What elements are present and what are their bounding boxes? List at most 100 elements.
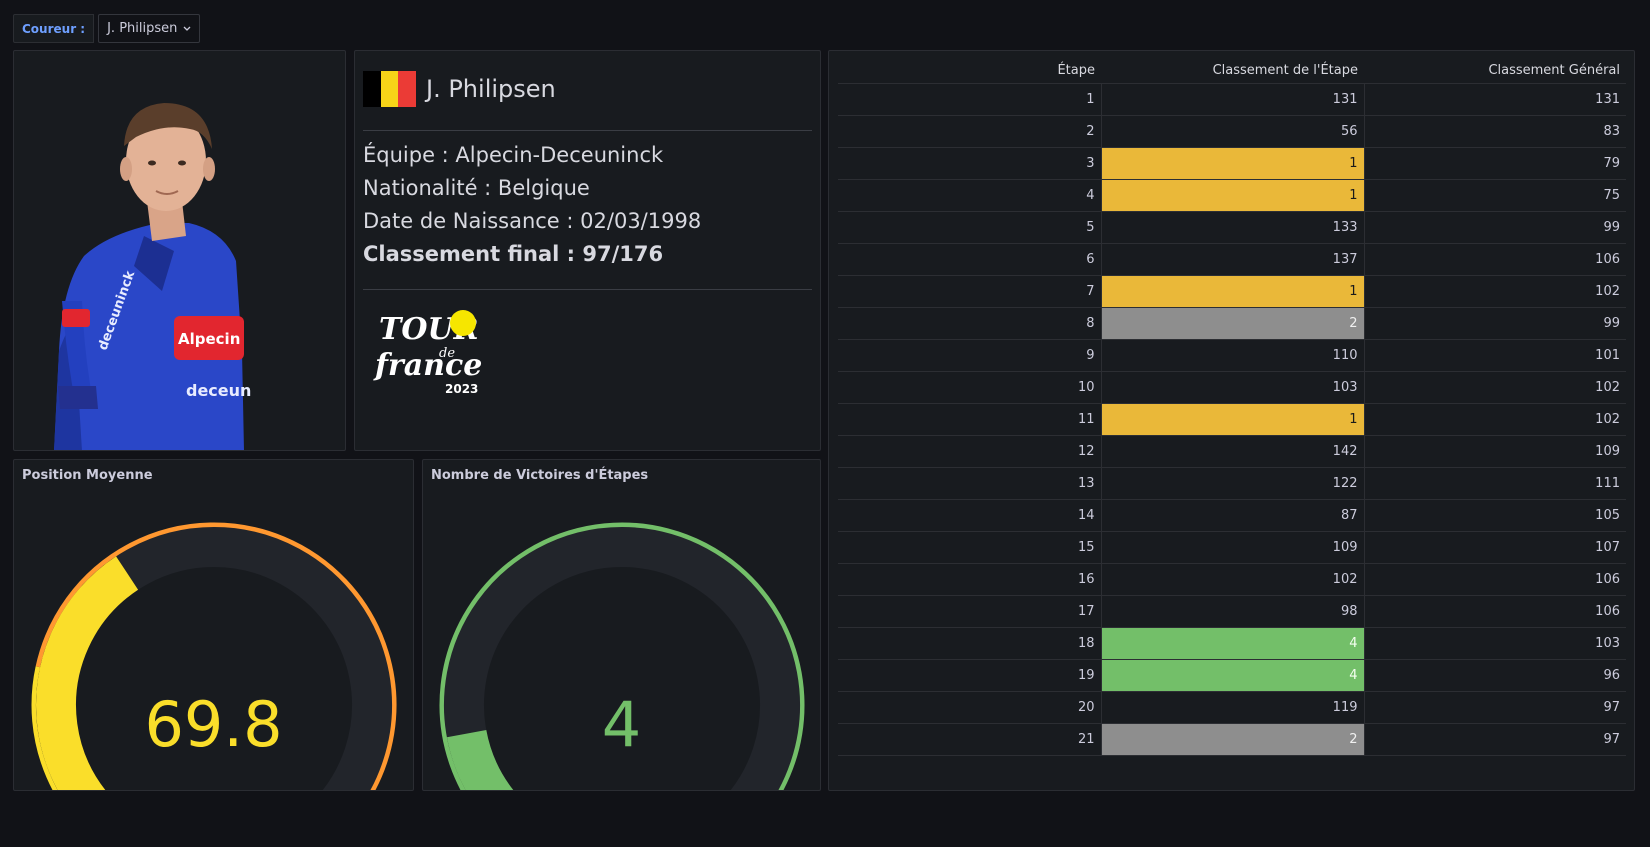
column-header-stage-rank[interactable]: Classement de l'Étape — [1101, 59, 1364, 84]
general-rank-cell: 99 — [1364, 211, 1626, 244]
stage-rank-cell: 4 — [1100, 627, 1365, 660]
stage-results-table: Étape Classement de l'Étape Classement G… — [838, 59, 1626, 756]
stage-cell: 18 — [838, 627, 1101, 660]
rider-variable-value: J. Philipsen — [107, 21, 178, 36]
stage-cell: 6 — [838, 243, 1101, 276]
rider-photo-panel: Alpecin deceuninck deceun — [13, 50, 346, 451]
stage-rank-cell: 1 — [1100, 179, 1365, 212]
stage-rank-cell: 2 — [1100, 723, 1365, 756]
general-rank-cell: 101 — [1364, 339, 1626, 372]
table-row: 12 142 109 — [838, 435, 1626, 468]
rider-photo: Alpecin deceuninck deceun — [54, 103, 251, 450]
stage-cell: 11 — [838, 403, 1101, 436]
stage-cell: 12 — [838, 435, 1101, 468]
stage-rank-cell: 142 — [1100, 435, 1365, 468]
general-rank-cell: 102 — [1364, 275, 1626, 308]
table-row: 3 1 79 — [838, 147, 1626, 180]
rider-variable-select[interactable]: J. Philipsen — [98, 14, 201, 43]
stage-cell: 14 — [838, 499, 1101, 532]
table-row: 13 122 111 — [838, 467, 1626, 500]
stage-cell: 20 — [838, 691, 1101, 724]
team-line: Équipe : Alpecin-Deceuninck — [363, 143, 664, 167]
stage-rank-cell: 4 — [1100, 659, 1365, 692]
table-row: 20 119 97 — [838, 691, 1626, 724]
rider-header: J. Philipsen — [363, 71, 556, 107]
stage-cell: 10 — [838, 371, 1101, 404]
table-row: 11 1 102 — [838, 403, 1626, 436]
general-rank-cell: 109 — [1364, 435, 1626, 468]
table-row: 18 4 103 — [838, 627, 1626, 660]
general-rank-cell: 99 — [1364, 307, 1626, 340]
stage-rank-cell: 56 — [1100, 115, 1365, 148]
stage-rank-cell: 137 — [1100, 243, 1365, 276]
general-rank-cell: 79 — [1364, 147, 1626, 180]
birth-date-line: Date de Naissance : 02/03/1998 — [363, 209, 702, 233]
flag-stripe-black — [363, 71, 381, 107]
general-rank-cell: 106 — [1364, 563, 1626, 596]
stage-cell: 17 — [838, 595, 1101, 628]
stage-rank-cell: 98 — [1100, 595, 1365, 628]
avg-position-panel: Position Moyenne 69.8 — [13, 459, 414, 791]
final-ranking-line: Classement final : 97/176 — [363, 242, 664, 266]
stage-cell: 15 — [838, 531, 1101, 564]
general-rank-cell: 103 — [1364, 627, 1626, 660]
stage-cell: 5 — [838, 211, 1101, 244]
stage-rank-cell: 1 — [1100, 275, 1365, 308]
table-row: 19 4 96 — [838, 659, 1626, 692]
flag-stripe-yellow — [380, 71, 399, 107]
stage-cell: 9 — [838, 339, 1101, 372]
table-row: 2 56 83 — [838, 115, 1626, 148]
table-row: 14 87 105 — [838, 499, 1626, 532]
stage-cell: 2 — [838, 115, 1101, 148]
rider-name: J. Philipsen — [426, 75, 556, 103]
stage-rank-cell: 1 — [1100, 403, 1365, 436]
general-rank-cell: 75 — [1364, 179, 1626, 212]
column-header-general-rank[interactable]: Classement Général — [1364, 59, 1626, 84]
stage-cell: 16 — [838, 563, 1101, 596]
general-rank-cell: 111 — [1364, 467, 1626, 500]
flag-stripe-red — [398, 71, 417, 107]
stage-rank-cell: 102 — [1100, 563, 1365, 596]
stage-rank-cell: 1 — [1100, 147, 1365, 180]
avg-position-value: 69.8 — [144, 688, 283, 761]
table-row: 8 2 99 — [838, 307, 1626, 340]
nationality-line: Nationalité : Belgique — [363, 176, 590, 200]
stage-cell: 21 — [838, 723, 1101, 756]
divider — [363, 130, 812, 131]
svg-text:deceun: deceun — [186, 381, 251, 400]
divider — [363, 289, 812, 290]
table-row: 21 2 97 — [838, 723, 1626, 756]
general-rank-cell: 106 — [1364, 595, 1626, 628]
svg-text:france: france — [373, 348, 482, 383]
stage-cell: 3 — [838, 147, 1101, 180]
stage-cell: 8 — [838, 307, 1101, 340]
column-header-stage[interactable]: Étape — [838, 59, 1101, 84]
stage-cell: 7 — [838, 275, 1101, 308]
stage-cell: 4 — [838, 179, 1101, 212]
general-rank-cell: 102 — [1364, 403, 1626, 436]
stage-wins-value: 4 — [601, 688, 642, 761]
general-rank-cell: 97 — [1364, 691, 1626, 724]
stage-wins-panel: Nombre de Victoires d'Étapes 4 — [422, 459, 821, 791]
table-row: 10 103 102 — [838, 371, 1626, 404]
general-rank-cell: 131 — [1364, 83, 1626, 116]
chevron-down-icon — [183, 26, 191, 31]
table-row: 17 98 106 — [838, 595, 1626, 628]
jersey-sponsor-text: Alpecin — [178, 330, 240, 348]
stage-rank-cell: 109 — [1100, 531, 1365, 564]
general-rank-cell: 107 — [1364, 531, 1626, 564]
stage-rank-cell: 110 — [1100, 339, 1365, 372]
table-row: 1 131 131 — [838, 83, 1626, 116]
rider-details: Équipe : Alpecin-Deceuninck Nationalité … — [363, 139, 701, 271]
stage-rank-cell: 2 — [1100, 307, 1365, 340]
general-rank-cell: 96 — [1364, 659, 1626, 692]
table-row: 15 109 107 — [838, 531, 1626, 564]
table-row: 6 137 106 — [838, 243, 1626, 276]
stage-rank-cell: 87 — [1100, 499, 1365, 532]
belgium-flag-icon — [363, 71, 417, 107]
stage-rank-cell: 133 — [1100, 211, 1365, 244]
stage-cell: 19 — [838, 659, 1101, 692]
table-row: 7 1 102 — [838, 275, 1626, 308]
stage-rank-cell: 103 — [1100, 371, 1365, 404]
general-rank-cell: 83 — [1364, 115, 1626, 148]
